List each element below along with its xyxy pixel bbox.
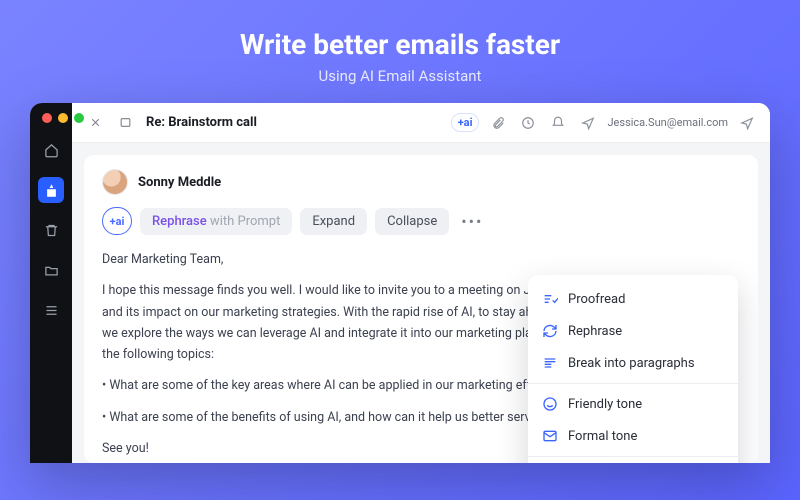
menu-formal-tone[interactable]: Formal tone xyxy=(528,420,738,452)
paragraphs-icon xyxy=(542,355,558,371)
maximize-icon[interactable] xyxy=(74,113,84,123)
ai-badge[interactable]: +ai xyxy=(102,207,132,235)
rephrase-icon xyxy=(542,323,558,339)
menu-rephrase[interactable]: Rephrase xyxy=(528,315,738,347)
avatar xyxy=(102,169,128,195)
main-pane: Re: Brainstorm call +ai Jessica.Sun@emai… xyxy=(72,103,770,463)
window-controls xyxy=(42,113,84,123)
sidebar-trash[interactable] xyxy=(38,217,64,243)
menu-label: Rephrase xyxy=(568,324,622,339)
bell-icon[interactable] xyxy=(547,112,569,134)
menu-break-paragraphs[interactable]: Break into paragraphs xyxy=(528,347,738,379)
smile-icon xyxy=(542,396,558,412)
send-later-icon[interactable] xyxy=(577,112,599,134)
hero-title: Write better emails faster xyxy=(240,28,560,61)
hero-subtitle: Using AI Email Assistant xyxy=(319,67,482,85)
account-email[interactable]: Jessica.Sun@email.com xyxy=(607,116,728,129)
sidebar-home[interactable] xyxy=(38,137,64,163)
proofread-icon xyxy=(542,291,558,307)
collapse-button[interactable]: Collapse xyxy=(375,208,449,235)
ai-toolbar: +ai Rephrase with Prompt Expand Collapse… xyxy=(102,207,740,235)
sidebar-folder[interactable] xyxy=(38,257,64,283)
menu-settings[interactable]: Settings xyxy=(528,461,738,463)
close-compose-button[interactable] xyxy=(84,112,106,134)
menu-proofread[interactable]: Proofread xyxy=(528,283,738,315)
sidebar-menu[interactable] xyxy=(38,297,64,323)
sender-row: Sonny Meddle xyxy=(102,169,740,195)
app-window: Re: Brainstorm call +ai Jessica.Sun@emai… xyxy=(30,103,770,463)
ai-pill[interactable]: +ai xyxy=(451,113,480,132)
email-subject: Re: Brainstorm call xyxy=(146,115,257,130)
chip-label-1: Rephrase xyxy=(152,214,207,229)
sender-name: Sonny Meddle xyxy=(138,175,221,190)
send-icon[interactable] xyxy=(736,112,758,134)
menu-divider xyxy=(528,383,738,384)
rephrase-with-prompt-button[interactable]: Rephrase with Prompt xyxy=(140,208,292,235)
menu-label: Break into paragraphs xyxy=(568,356,695,371)
more-button[interactable]: ••• xyxy=(457,212,487,231)
sidebar-compose[interactable] xyxy=(38,177,64,203)
menu-divider xyxy=(528,456,738,457)
attachment-icon[interactable] xyxy=(487,112,509,134)
body-greeting: Dear Marketing Team, xyxy=(102,249,740,270)
archive-button[interactable] xyxy=(114,112,136,134)
menu-label: Formal tone xyxy=(568,429,637,444)
envelope-icon xyxy=(542,428,558,444)
menu-label: Friendly tone xyxy=(568,397,642,412)
expand-button[interactable]: Expand xyxy=(300,208,367,235)
minimize-icon[interactable] xyxy=(58,113,68,123)
menu-label: Proofread xyxy=(568,292,625,307)
chip-label-2: with Prompt xyxy=(207,214,281,229)
sidebar xyxy=(30,103,72,463)
clock-icon[interactable] xyxy=(517,112,539,134)
ai-dropdown-menu: Proofread Rephrase Break into paragraphs… xyxy=(528,275,738,463)
topbar: Re: Brainstorm call +ai Jessica.Sun@emai… xyxy=(72,103,770,143)
menu-friendly-tone[interactable]: Friendly tone xyxy=(528,388,738,420)
compose-card: Sonny Meddle +ai Rephrase with Prompt Ex… xyxy=(84,155,758,463)
close-icon[interactable] xyxy=(42,113,52,123)
